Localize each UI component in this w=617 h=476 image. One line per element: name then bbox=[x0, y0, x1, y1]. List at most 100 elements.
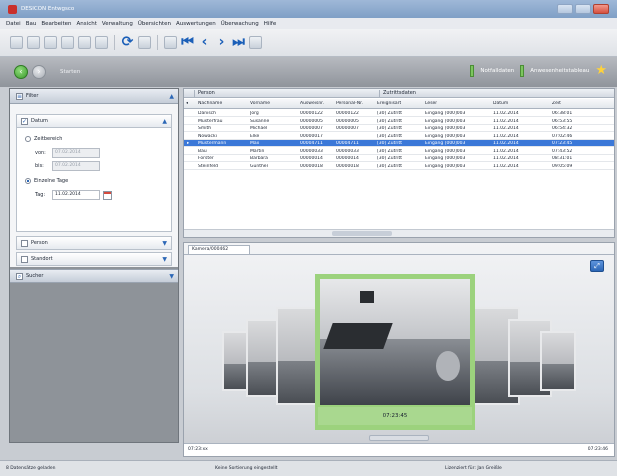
menu-hilfe[interactable]: Hilfe bbox=[264, 21, 277, 27]
col-leser[interactable]: Leser bbox=[425, 101, 437, 106]
timeline-scrubber[interactable] bbox=[369, 435, 429, 441]
camera-panel: Kamera/000462 ⤢ 07:23:45 07:23:xx 07:23:… bbox=[183, 242, 615, 457]
zeitbereich-label: Zeitbereich bbox=[34, 136, 63, 142]
close-button[interactable] bbox=[593, 4, 609, 14]
camera-image bbox=[320, 279, 470, 405]
open-icon[interactable] bbox=[27, 36, 40, 49]
datum-section-header[interactable]: ✓ Datum ▲ bbox=[16, 114, 172, 128]
menu-verwaltung[interactable]: Verwaltung bbox=[102, 21, 133, 27]
datum-checkbox[interactable]: ✓ bbox=[21, 117, 28, 125]
standort-section-header[interactable]: Standort ▼ bbox=[16, 252, 172, 266]
expand-icon[interactable]: ▼ bbox=[162, 256, 167, 263]
zeitbereich-radio[interactable] bbox=[25, 136, 31, 142]
previous-record-icon[interactable]: ‹ bbox=[198, 35, 211, 49]
table-row[interactable]: ▸ Mustermann Max 00004711 00004711 [30] Zutri… bbox=[184, 140, 614, 147]
col-ausweisnr[interactable]: Ausweisnr. bbox=[300, 101, 324, 106]
person-section-header[interactable]: Person ▼ bbox=[16, 236, 172, 250]
save-icon[interactable] bbox=[78, 36, 91, 49]
cell-leser: Eingang [000]003 bbox=[425, 133, 466, 139]
menu-uebersichten[interactable]: Übersichten bbox=[138, 21, 171, 27]
table-row[interactable]: Musterfrau Susanne 00000005 00000005 [30] Zu… bbox=[184, 118, 614, 125]
table-row[interactable]: Danisch Jörg 00000122 00000122 [30] Zutritt E… bbox=[184, 110, 614, 117]
camera-thumbnail[interactable] bbox=[540, 331, 576, 391]
table-row[interactable]: Steinfeld Günther 00000018 00000018 [30] Zut… bbox=[184, 163, 614, 170]
col-nachname[interactable]: Nachname bbox=[198, 101, 222, 106]
menu-bar: Datei Bau Bearbeiten Ansicht Verwaltung … bbox=[0, 18, 617, 29]
delete-icon[interactable] bbox=[95, 36, 108, 49]
calendar-icon[interactable] bbox=[103, 190, 112, 200]
einzelne-tage-radio[interactable] bbox=[25, 178, 31, 184]
cell-datum: 11.02.2014 bbox=[493, 111, 519, 116]
menu-ansicht[interactable]: Ansicht bbox=[77, 21, 97, 27]
cell-personalnr: 00004711 bbox=[336, 141, 359, 146]
col-zeit[interactable]: Zeit bbox=[552, 101, 561, 106]
col-vorname[interactable]: Vorname bbox=[250, 101, 270, 106]
col-datum[interactable]: Datum bbox=[493, 101, 508, 106]
app-icon bbox=[8, 4, 17, 14]
last-record-icon[interactable]: ⏭ bbox=[232, 35, 245, 49]
menu-bearbeiten[interactable]: Bearbeiten bbox=[41, 21, 71, 27]
standort-checkbox[interactable] bbox=[21, 255, 28, 263]
refresh-icon[interactable]: ⟳ bbox=[121, 35, 134, 49]
tab-camera[interactable]: Kamera/000462 bbox=[188, 245, 250, 254]
col-ereignisart[interactable]: Ereignisart bbox=[377, 101, 401, 106]
cell-personalnr: 00000005 bbox=[336, 118, 359, 124]
cell-nachname: Mustermann bbox=[198, 141, 227, 146]
menu-auswertungen[interactable]: Auswertungen bbox=[176, 21, 216, 27]
anwesenheitstableau-link[interactable]: Anwesenheitstableau bbox=[530, 68, 589, 74]
toolbar-divider bbox=[114, 35, 115, 50]
table-row[interactable]: Förster Barbara 00000014 00000014 [30] Zutri… bbox=[184, 155, 614, 162]
cell-nachname: Musterfrau bbox=[198, 118, 223, 124]
cell-datum: 11.02.2014 bbox=[493, 163, 519, 169]
minimize-button[interactable] bbox=[557, 4, 573, 14]
person-checkbox[interactable] bbox=[21, 239, 28, 247]
cell-ausweisnr: 00000007 bbox=[300, 126, 323, 131]
sucher-header[interactable]: ⌕ Sucher ▼ bbox=[10, 269, 178, 283]
table-row[interactable]: Bau Martin 00000033 00000033 [30] Zutritt Ein… bbox=[184, 148, 614, 155]
main-camera-frame[interactable]: 07:23:45 bbox=[315, 274, 475, 430]
menu-datei[interactable]: Datei bbox=[6, 21, 21, 27]
von-date-field[interactable]: 07.02.2014 bbox=[52, 148, 100, 158]
menu-ueberwachung[interactable]: Überwachung bbox=[221, 21, 259, 27]
cell-personalnr: 00000007 bbox=[336, 126, 359, 131]
cell-ereignisart: [30] Zutritt bbox=[377, 111, 402, 116]
first-record-icon[interactable]: ⏮ bbox=[181, 35, 194, 49]
status-sort: Keine Sortierung eingestellt bbox=[215, 466, 278, 471]
datum-label: Datum bbox=[31, 118, 48, 124]
expand-icon[interactable]: ▼ bbox=[162, 240, 167, 247]
edit-icon[interactable] bbox=[61, 36, 74, 49]
forward-icon[interactable]: › bbox=[32, 65, 46, 79]
menu-bau[interactable]: Bau bbox=[26, 21, 37, 27]
favorite-star-icon[interactable]: ★ bbox=[595, 64, 607, 77]
maximize-button[interactable] bbox=[575, 4, 591, 14]
export-icon[interactable] bbox=[138, 36, 151, 49]
cell-vorname: Susanne bbox=[250, 118, 270, 124]
fullscreen-button[interactable]: ⤢ bbox=[590, 260, 604, 272]
col-personalnr[interactable]: Personal-Nr. bbox=[336, 101, 363, 106]
horizontal-scrollbar[interactable] bbox=[184, 229, 614, 237]
new-icon[interactable] bbox=[10, 36, 23, 49]
collapse-icon[interactable]: ▲ bbox=[169, 93, 174, 100]
timeline-bar[interactable]: 07:23:xx 07:23:46 bbox=[184, 443, 614, 456]
cell-personalnr: 00000122 bbox=[336, 111, 359, 116]
scrollbar-thumb[interactable] bbox=[332, 231, 392, 236]
copy-icon[interactable] bbox=[44, 36, 57, 49]
filter-icon[interactable] bbox=[164, 36, 177, 49]
zeitbereich-option[interactable]: Zeitbereich bbox=[25, 136, 62, 142]
start-link[interactable]: Starten bbox=[60, 69, 80, 75]
back-icon[interactable]: ‹ bbox=[14, 65, 28, 79]
einzelne-tage-option[interactable]: Einzelne Tage bbox=[25, 178, 68, 184]
notfalldaten-link[interactable]: Notfalldaten bbox=[480, 68, 514, 74]
cell-ereignisart: [30] Zutritt bbox=[377, 118, 402, 124]
collapse-icon[interactable]: ▲ bbox=[162, 118, 167, 125]
cell-zeit: 06:54:32 bbox=[552, 126, 573, 131]
tag-date-field[interactable]: 11.02.2014 bbox=[52, 190, 100, 200]
next-record-icon[interactable]: › bbox=[215, 35, 228, 49]
expand-icon[interactable]: ▼ bbox=[169, 273, 174, 280]
view-menu-icon[interactable] bbox=[249, 36, 262, 49]
filter-header[interactable]: ≡ Filter ▲ bbox=[10, 89, 178, 104]
table-row[interactable]: Nowacki Elke 00000017 [30] Zutritt Eingang [… bbox=[184, 133, 614, 140]
table-row[interactable]: Smith Michael 00000007 00000007 [30] Zutritt… bbox=[184, 125, 614, 132]
bis-date-field[interactable]: 07.02.2014 bbox=[52, 161, 100, 171]
grid-menu-icon[interactable]: ◂ bbox=[186, 101, 188, 106]
